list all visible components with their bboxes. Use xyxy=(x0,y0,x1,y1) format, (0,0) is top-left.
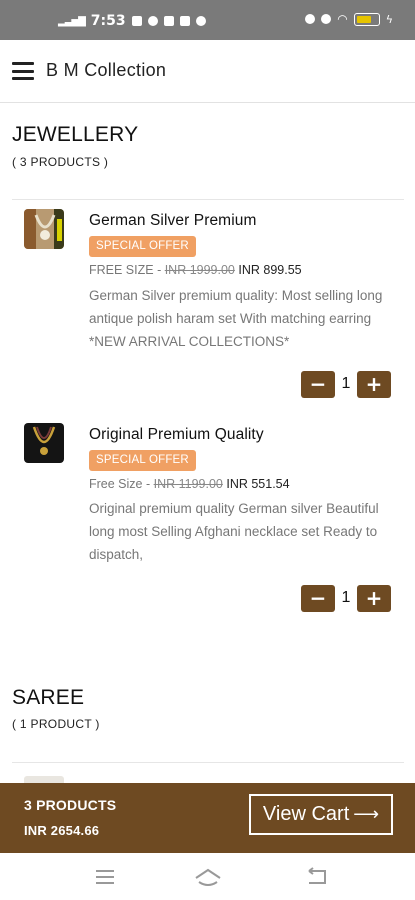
location-icon xyxy=(147,16,158,26)
minus-icon[interactable]: − xyxy=(301,370,335,398)
call-icon xyxy=(321,14,332,24)
original-price: INR 1999.00 xyxy=(164,263,235,277)
product-name[interactable]: German Silver Premium xyxy=(89,212,256,230)
cart-product-count: 3 PRODUCTS xyxy=(24,797,117,813)
facebook-icon xyxy=(179,16,190,26)
offer-price: INR 899.55 xyxy=(234,263,302,277)
quantity-value: 1 xyxy=(341,375,351,392)
wifi-icon: ◠ xyxy=(337,12,348,26)
offer-price: INR 551.54 xyxy=(222,477,290,491)
signal-icon: ▂▃▅▇ xyxy=(58,15,86,27)
recents-icon[interactable] xyxy=(94,867,116,887)
special-offer-badge: SPECIAL OFFER xyxy=(89,450,196,471)
status-left: ▂▃▅▇ 7:53 xyxy=(58,13,206,29)
app-header: B M Collection xyxy=(0,40,415,103)
alarm-icon xyxy=(305,14,316,24)
price-line: FREE SIZE - INR 1999.00 INR 899.55 xyxy=(89,263,302,277)
status-bar: ▂▃▅▇ 7:53 ◠ ϟ xyxy=(0,0,415,40)
instagram-icon xyxy=(131,16,142,26)
price-line: Free Size - INR 1199.00 INR 551.54 xyxy=(89,477,290,491)
cart-bar: 3 PRODUCTS INR 2654.66 View Cart ⟶ xyxy=(0,783,415,853)
product-description: German Silver premium quality: Most sell… xyxy=(89,288,383,349)
cart-total: INR 2654.66 xyxy=(24,823,100,838)
status-time: 7:53 xyxy=(90,13,126,29)
plus-icon[interactable]: + xyxy=(357,370,391,398)
battery-icon xyxy=(353,12,380,26)
product-thumbnail[interactable] xyxy=(24,423,64,463)
section-title-saree: SAREE xyxy=(12,686,85,709)
plus-icon[interactable]: + xyxy=(357,584,391,612)
arrow-right-icon: ⟶ xyxy=(353,804,380,825)
charging-icon: ϟ xyxy=(385,12,393,26)
app-title: B M Collection xyxy=(46,60,167,80)
size-label: Free Size - xyxy=(89,477,154,491)
status-right: ◠ ϟ xyxy=(305,12,393,26)
quantity-value: 1 xyxy=(341,589,351,606)
message-icon xyxy=(163,16,174,26)
product-thumbnail[interactable] xyxy=(24,209,64,249)
quantity-stepper: − 1 + xyxy=(301,584,391,612)
quantity-stepper: − 1 + xyxy=(301,370,391,398)
divider xyxy=(12,199,404,200)
view-cart-label: View Cart xyxy=(262,803,350,825)
view-cart-button[interactable]: View Cart ⟶ xyxy=(249,794,393,835)
section-count-saree: ( 1 PRODUCT ) xyxy=(12,717,100,731)
minus-icon[interactable]: − xyxy=(301,584,335,612)
home-icon[interactable] xyxy=(194,867,222,889)
system-navigation-bar xyxy=(0,853,415,900)
size-label: FREE SIZE - xyxy=(89,263,165,277)
product-name[interactable]: Original Premium Quality xyxy=(89,426,264,444)
back-icon[interactable] xyxy=(305,867,329,887)
original-price: INR 1199.00 xyxy=(153,477,223,491)
product-description: Original premium quality German silver B… xyxy=(89,501,379,562)
section-title-jewellery: JEWELLERY xyxy=(12,123,139,146)
special-offer-badge: SPECIAL OFFER xyxy=(89,236,196,257)
section-count-jewellery: ( 3 PRODUCTS ) xyxy=(12,155,109,169)
divider xyxy=(12,762,404,763)
app-notification-icon xyxy=(195,16,206,26)
menu-icon[interactable] xyxy=(12,62,34,80)
